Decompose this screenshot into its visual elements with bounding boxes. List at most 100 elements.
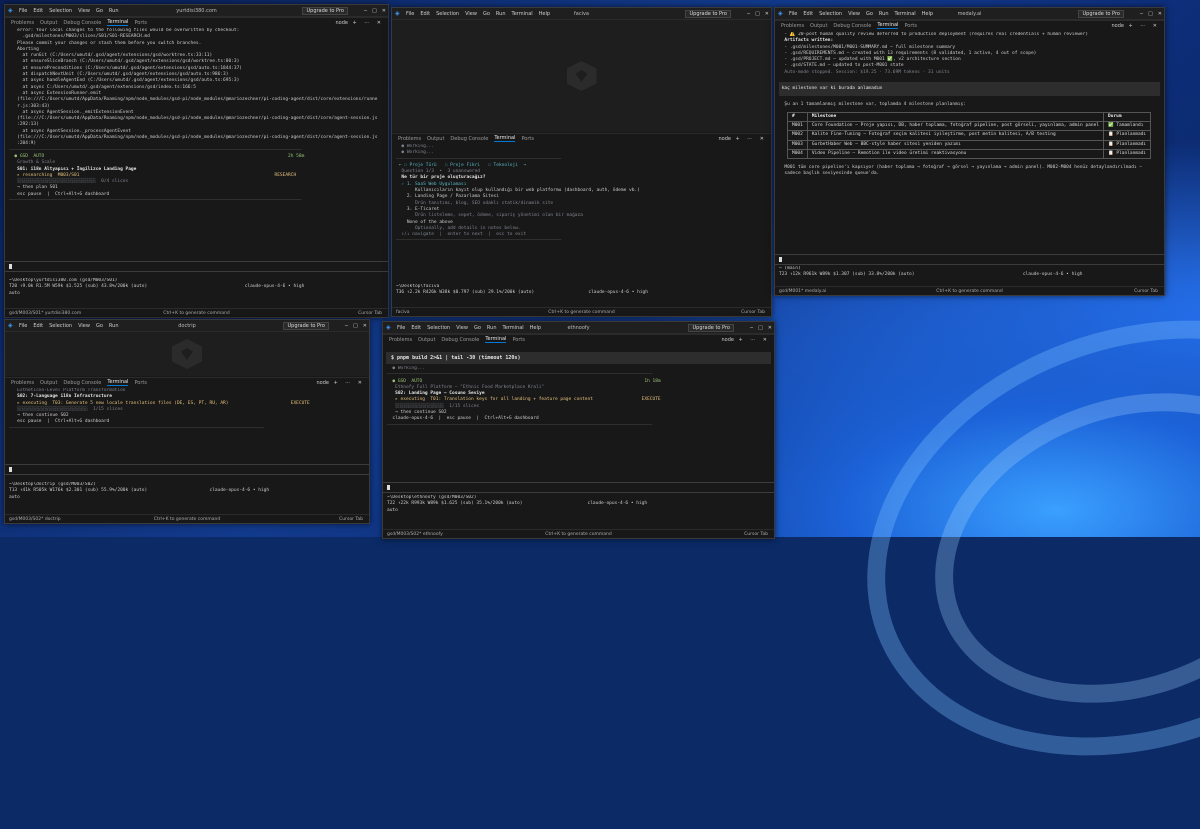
tab-terminal[interactable]: Terminal xyxy=(107,379,129,386)
menu-item-file[interactable]: File xyxy=(19,8,27,14)
tab-debug-console[interactable]: Debug Console xyxy=(833,23,871,29)
minimize-icon[interactable]: ─ xyxy=(1140,11,1143,17)
menu-item-edit[interactable]: Edit xyxy=(33,323,43,329)
menu-item-selection[interactable]: Selection xyxy=(436,11,459,17)
branch-status[interactable]: gsd/M003/S01* yurtdisi380.com xyxy=(9,311,81,316)
menu-item-edit[interactable]: Edit xyxy=(803,11,813,17)
chat-input[interactable] xyxy=(383,482,774,493)
tab-ports[interactable]: Ports xyxy=(904,23,917,29)
menu-item-go[interactable]: Go xyxy=(96,323,103,329)
minimize-icon[interactable]: ─ xyxy=(747,11,750,17)
tab-problems[interactable]: Problems xyxy=(398,136,421,142)
close-icon[interactable]: ✕ xyxy=(765,11,769,17)
panel-controls[interactable]: + ⋯ ✕ xyxy=(735,136,767,142)
upgrade-button[interactable]: Upgrade to Pro xyxy=(283,321,329,330)
tab-output[interactable]: Output xyxy=(427,136,444,142)
cursor-tab-status[interactable]: Cursor Tab xyxy=(1134,289,1158,294)
upgrade-button[interactable]: Upgrade to Pro xyxy=(1078,9,1124,18)
chat-input[interactable] xyxy=(5,464,369,475)
menu-item-terminal[interactable]: Terminal xyxy=(503,325,524,331)
menu-item-file[interactable]: File xyxy=(789,11,797,17)
tab-ports[interactable]: Ports xyxy=(134,380,147,386)
tab-debug-console[interactable]: Debug Console xyxy=(441,337,479,343)
close-icon[interactable]: ✕ xyxy=(363,323,367,329)
menu-item-edit[interactable]: Edit xyxy=(411,325,421,331)
menu-item-selection[interactable]: Selection xyxy=(49,323,72,329)
close-icon[interactable]: ✕ xyxy=(768,325,772,331)
menu-item-edit[interactable]: Edit xyxy=(33,8,43,14)
menu-item-help[interactable]: Help xyxy=(922,11,933,17)
maximize-icon[interactable]: □ xyxy=(755,11,760,17)
panel-controls[interactable]: + ⋯ ✕ xyxy=(333,380,365,386)
maximize-icon[interactable]: □ xyxy=(372,8,377,14)
minimize-icon[interactable]: ─ xyxy=(364,8,367,14)
tab-output[interactable]: Output xyxy=(40,20,57,26)
tab-ports[interactable]: Ports xyxy=(521,136,534,142)
menu-item-run[interactable]: Run xyxy=(496,11,506,17)
menu-item-file[interactable]: File xyxy=(397,325,405,331)
menu-item-file[interactable]: File xyxy=(406,11,414,17)
panel-controls[interactable]: + ⋯ ✕ xyxy=(738,337,770,343)
upgrade-button[interactable]: Upgrade to Pro xyxy=(685,9,731,18)
cursor-tab-status[interactable]: Cursor Tab xyxy=(744,532,768,537)
terminal-node-selector[interactable]: node xyxy=(317,380,329,386)
terminal-node-selector[interactable]: node xyxy=(722,337,734,343)
tab-debug-console[interactable]: Debug Console xyxy=(450,136,488,142)
panel-controls[interactable]: + ⋯ ✕ xyxy=(1128,23,1160,29)
menu-item-help[interactable]: Help xyxy=(539,11,550,17)
tab-ports[interactable]: Ports xyxy=(134,20,147,26)
minimize-icon[interactable]: ─ xyxy=(750,325,753,331)
tab-output[interactable]: Output xyxy=(810,23,827,29)
panel-controls[interactable]: + ⋯ ✕ xyxy=(352,20,384,26)
close-icon[interactable]: ✕ xyxy=(382,8,386,14)
branch-status[interactable]: gsd/M003/S02* ethnoofy xyxy=(387,532,443,537)
chat-input[interactable] xyxy=(5,261,388,272)
menu-item-terminal[interactable]: Terminal xyxy=(512,11,533,17)
menu-item-file[interactable]: File xyxy=(19,323,27,329)
menu-item-view[interactable]: View xyxy=(456,325,468,331)
menu-item-go[interactable]: Go xyxy=(474,325,481,331)
menu-item-run[interactable]: Run xyxy=(109,323,119,329)
terminal-node-selector[interactable]: node xyxy=(336,20,348,26)
tab-ports[interactable]: Ports xyxy=(512,337,525,343)
tab-terminal[interactable]: Terminal xyxy=(485,336,507,343)
menu-item-selection[interactable]: Selection xyxy=(819,11,842,17)
menu-item-selection[interactable]: Selection xyxy=(49,8,72,14)
menu-item-run[interactable]: Run xyxy=(487,325,497,331)
maximize-icon[interactable]: □ xyxy=(353,323,358,329)
menu-item-terminal[interactable]: Terminal xyxy=(895,11,916,17)
tab-problems[interactable]: Problems xyxy=(11,20,34,26)
branch-status[interactable]: gsd/M003/S02* doctrip xyxy=(9,517,61,522)
menu-item-go[interactable]: Go xyxy=(866,11,873,17)
branch-status[interactable]: gsd/M001* medaly.ai xyxy=(779,289,826,294)
upgrade-button[interactable]: Upgrade to Pro xyxy=(688,323,734,332)
menu-item-view[interactable]: View xyxy=(78,8,90,14)
tab-debug-console[interactable]: Debug Console xyxy=(63,20,101,26)
close-icon[interactable]: ✕ xyxy=(1158,11,1162,17)
tab-output[interactable]: Output xyxy=(40,380,57,386)
branch-status[interactable]: faciva xyxy=(396,310,410,315)
cursor-tab-status[interactable]: Cursor Tab xyxy=(358,311,382,316)
tab-problems[interactable]: Problems xyxy=(781,23,804,29)
menu-item-run[interactable]: Run xyxy=(109,8,119,14)
menu-item-selection[interactable]: Selection xyxy=(427,325,450,331)
menu-item-help[interactable]: Help xyxy=(530,325,541,331)
menu-item-run[interactable]: Run xyxy=(879,11,889,17)
menu-item-view[interactable]: View xyxy=(465,11,477,17)
minimize-icon[interactable]: ─ xyxy=(345,323,348,329)
upgrade-button[interactable]: Upgrade to Pro xyxy=(302,6,348,15)
maximize-icon[interactable]: □ xyxy=(758,325,763,331)
tab-terminal[interactable]: Terminal xyxy=(877,22,899,29)
maximize-icon[interactable]: □ xyxy=(1148,11,1153,17)
tab-output[interactable]: Output xyxy=(418,337,435,343)
menu-item-go[interactable]: Go xyxy=(483,11,490,17)
tab-debug-console[interactable]: Debug Console xyxy=(63,380,101,386)
menu-item-edit[interactable]: Edit xyxy=(420,11,430,17)
menu-item-view[interactable]: View xyxy=(78,323,90,329)
terminal-node-selector[interactable]: node xyxy=(719,136,731,142)
terminal-node-selector[interactable]: node xyxy=(1112,23,1124,29)
tab-terminal[interactable]: Terminal xyxy=(494,135,516,142)
menu-item-go[interactable]: Go xyxy=(96,8,103,14)
tab-terminal[interactable]: Terminal xyxy=(107,19,129,26)
menu-item-view[interactable]: View xyxy=(848,11,860,17)
